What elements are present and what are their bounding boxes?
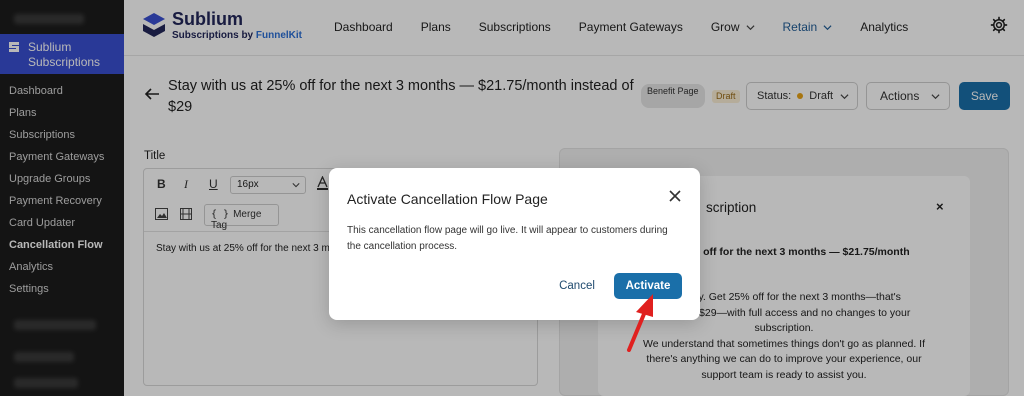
cancel-button[interactable]: Cancel	[551, 273, 603, 299]
close-icon[interactable]	[668, 189, 682, 203]
modal-title: Activate Cancellation Flow Page	[347, 191, 548, 207]
annotation-arrow-icon	[627, 294, 653, 352]
modal-body-text: This cancellation flow page will go live…	[347, 225, 668, 252]
